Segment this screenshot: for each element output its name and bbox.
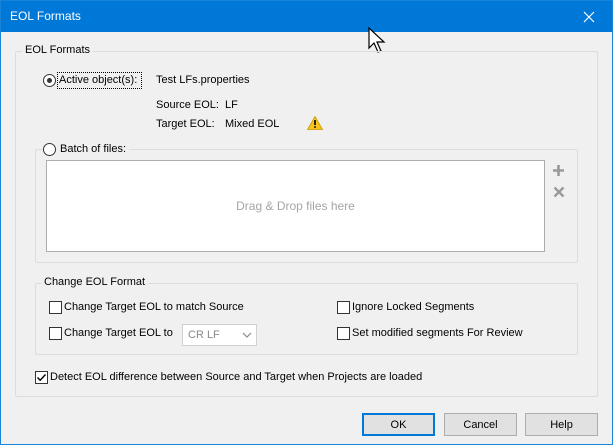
remove-file-icon[interactable] [553, 186, 565, 198]
source-eol-label: Source EOL: [156, 99, 219, 111]
chevron-down-icon [242, 332, 252, 338]
help-button[interactable]: Help [525, 413, 598, 436]
files-drop-zone[interactable]: Drag & Drop files here [46, 160, 545, 252]
close-button[interactable] [566, 1, 612, 32]
batch-of-files-radio[interactable] [43, 143, 56, 156]
target-eol-label: Target EOL: [156, 118, 215, 130]
eol-type-value: CR LF [188, 329, 220, 341]
eol-formats-legend: EOL Formats [22, 44, 93, 56]
close-icon [583, 11, 595, 22]
active-objects-radio[interactable] [43, 74, 56, 87]
match-source-checkbox[interactable] [49, 301, 62, 314]
change-to-label[interactable]: Change Target EOL to [64, 327, 173, 339]
checkmark-icon [37, 374, 47, 382]
match-source-label[interactable]: Change Target EOL to match Source [64, 301, 244, 313]
batch-of-files-label[interactable]: Batch of files: [57, 143, 130, 155]
window-title: EOL Formats [10, 9, 81, 23]
ignore-locked-label[interactable]: Ignore Locked Segments [352, 301, 474, 313]
change-eol-legend: Change EOL Format [41, 276, 149, 288]
set-review-label[interactable]: Set modified segments For Review [352, 327, 523, 339]
add-file-icon[interactable] [552, 164, 565, 177]
ignore-locked-checkbox[interactable] [337, 301, 350, 314]
warning-icon [307, 116, 323, 130]
active-objects-label[interactable]: Active object(s): [59, 74, 137, 86]
detect-eol-checkbox[interactable] [35, 371, 48, 384]
change-to-checkbox[interactable] [49, 327, 62, 340]
detect-eol-label[interactable]: Detect EOL difference between Source and… [50, 371, 422, 383]
ok-label: OK [390, 418, 407, 431]
cancel-label: Cancel [463, 418, 498, 431]
drop-hint: Drag & Drop files here [236, 199, 355, 213]
title-bar: EOL Formats [1, 1, 612, 32]
change-eol-group: Change EOL Format [35, 276, 578, 355]
source-eol-value: LF [225, 99, 238, 111]
ok-button[interactable]: OK [362, 413, 435, 436]
cancel-button[interactable]: Cancel [444, 413, 517, 436]
help-label: Help [550, 418, 573, 431]
eol-type-select[interactable]: CR LF [182, 324, 257, 346]
set-review-checkbox[interactable] [337, 327, 350, 340]
eol-formats-dialog: EOL Formats EOL Formats Active object(s)… [0, 0, 613, 445]
active-object-name: Test LFs.properties [156, 74, 250, 86]
target-eol-value: Mixed EOL [225, 118, 280, 130]
